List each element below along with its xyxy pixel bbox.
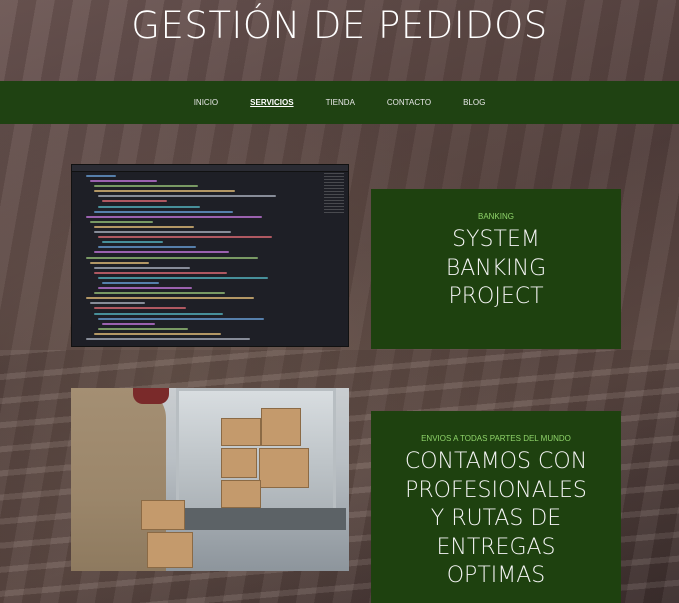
code-line [102, 200, 167, 203]
code-line [94, 185, 198, 188]
code-screenshot-image [71, 164, 349, 347]
code-line [90, 261, 149, 264]
code-line [94, 190, 235, 193]
code-line [98, 327, 188, 330]
code-line [94, 332, 221, 335]
code-line [94, 251, 229, 254]
service-card-banking[interactable]: BANKING SYSTEM BANKING PROJECT [371, 189, 621, 349]
nav-item-tienda[interactable]: TIENDA [326, 98, 355, 107]
code-line [90, 302, 145, 305]
cargo-box [261, 408, 301, 446]
card-title: CONTAMOS CON PROFESIONALES Y RUTAS DE EN… [404, 449, 588, 588]
code-line [102, 322, 155, 325]
code-line [86, 215, 262, 218]
code-line [94, 271, 227, 274]
code-line [86, 175, 116, 177]
cargo-box [221, 480, 261, 508]
code-line [98, 246, 196, 249]
code-line [98, 205, 200, 208]
main-navbar: INICIO SERVICIOS TIENDA CONTACTO BLOG [0, 81, 679, 124]
dolly-box [141, 500, 185, 530]
delivery-van-image [71, 388, 349, 571]
nav-item-blog[interactable]: BLOG [463, 98, 485, 107]
code-line [94, 231, 231, 234]
code-line [94, 307, 186, 310]
editor-tab-bar [72, 165, 348, 172]
code-line [90, 180, 157, 183]
dolly-box [147, 532, 193, 568]
code-line [94, 210, 233, 213]
cargo-box [221, 448, 257, 478]
code-line [94, 225, 194, 228]
cargo-box [259, 448, 309, 488]
code-line [94, 312, 223, 315]
worker-shoulder [133, 388, 169, 404]
code-line [94, 292, 225, 295]
editor-minimap [324, 173, 344, 213]
code-line [86, 338, 250, 340]
cargo-box [221, 418, 261, 446]
code-line [102, 281, 159, 284]
card-subtitle: ENVIOS A TODAS PARTES DEL MUNDO [421, 434, 571, 443]
code-line [102, 241, 163, 244]
card-subtitle: BANKING [477, 212, 514, 221]
code-lines [76, 175, 316, 343]
card-title: SYSTEM BANKING PROJECT [445, 227, 547, 309]
nav-item-servicios[interactable]: SERVICIOS [250, 98, 293, 107]
code-line [86, 256, 258, 259]
van-floor [176, 508, 346, 530]
code-line [90, 220, 153, 223]
code-line [98, 276, 268, 279]
nav-item-contacto[interactable]: CONTACTO [387, 98, 431, 107]
code-line [98, 317, 264, 320]
code-line [86, 297, 254, 300]
code-line [98, 236, 272, 239]
page-title: GESTIÓN DE PEDIDOS [131, 4, 548, 47]
code-line [98, 287, 192, 290]
nav-item-inicio[interactable]: INICIO [194, 98, 218, 107]
code-line [94, 266, 190, 269]
code-line [98, 195, 276, 198]
service-card-shipping[interactable]: ENVIOS A TODAS PARTES DEL MUNDO CONTAMOS… [371, 411, 621, 603]
